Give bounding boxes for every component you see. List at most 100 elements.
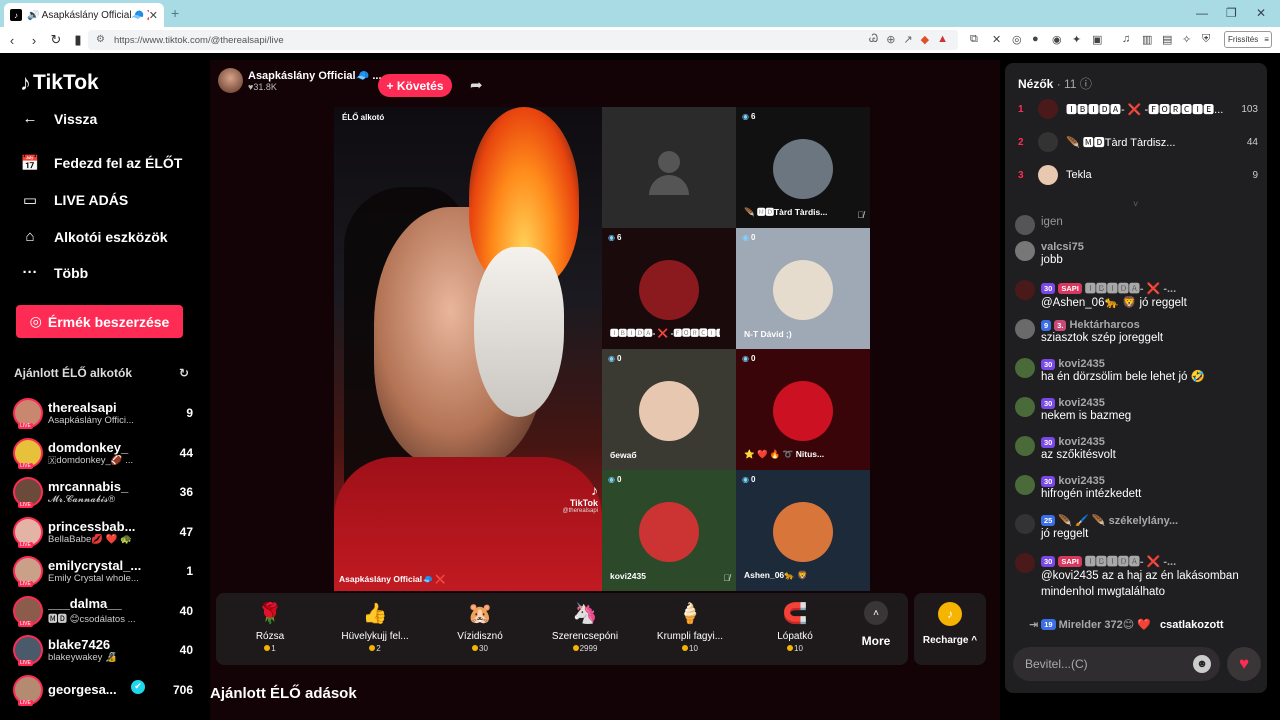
gift-item[interactable]: 🧲 Lópatkó 10 xyxy=(745,593,845,665)
address-bar[interactable]: ⚙ https://www.tiktok.com/@therealsapi/li… xyxy=(88,30,958,50)
extension-icon[interactable]: ● xyxy=(1032,33,1039,45)
recommended-creator[interactable]: LIVE blake7426 blakeywakey 🔏 40 xyxy=(13,630,193,670)
wallet-icon[interactable]: ▤ xyxy=(1162,33,1172,46)
guest-tile[interactable] xyxy=(602,107,736,228)
recommended-creator[interactable]: LIVE emilycrystal_... Emily Crystal whole.… xyxy=(13,551,193,591)
more-label: More xyxy=(861,634,891,648)
avatar[interactable] xyxy=(1015,553,1035,573)
bookmark-icon[interactable]: ▮ xyxy=(68,32,88,48)
maximize-icon[interactable]: ❐ xyxy=(1226,6,1237,20)
avatar[interactable] xyxy=(1015,475,1035,495)
tiktok-logo[interactable]: ♪ TikTok xyxy=(20,70,99,96)
extension-icon[interactable]: ✕ xyxy=(992,33,1001,46)
chat-username[interactable]: kovi2435 xyxy=(1058,397,1104,409)
nav-item[interactable]: 📅 Fedezd fel az ÉLŐT xyxy=(20,154,183,172)
host-info[interactable]: Asapkáslány Official🧢 ... ♥31.8K xyxy=(218,68,382,93)
recommended-creator[interactable]: LIVE princessbab... BellaBabe💋 ❤️ 🐢 47 xyxy=(13,512,193,552)
avatar[interactable] xyxy=(1015,358,1035,378)
gift-item[interactable]: 🐹 Vízidisznó 30 xyxy=(430,593,530,665)
refresh-icon[interactable]: ↻ xyxy=(179,366,189,380)
recharge-button[interactable]: ♪ Recharge ^ xyxy=(914,593,986,665)
chat-username[interactable]: kovi2435 xyxy=(1058,436,1104,448)
guest-tile[interactable]: ◉ 0 бewaб xyxy=(602,349,736,470)
browser-tab[interactable]: ♪ 🔊 Asapkáslány Official🧢 ❌ (C ✕ xyxy=(4,3,164,27)
host-video[interactable]: ÉLŐ alkotó ♪ TikTok @therealsapi Asapkás… xyxy=(334,107,602,591)
verified-icon: ✔ xyxy=(131,679,145,694)
zoom-icon[interactable]: ⊕ xyxy=(886,33,895,46)
share-page-icon[interactable]: ↗ xyxy=(903,33,912,46)
recommended-creator[interactable]: LIVE ___dalma__ 🅼🅳 😊csodálatos ... 40 xyxy=(13,591,193,631)
chat-username[interactable]: 🅸🅱🅸🅳🅰- ❌ -... xyxy=(1085,553,1176,569)
guest-tile[interactable]: ◉ 6 🅸🅱🅸🅳🅰- ❌ -🅵🅾🆁🅲🅸🅴... xyxy=(602,228,736,349)
nav-item[interactable]: ▭ LIVE ADÁS xyxy=(20,191,128,209)
host-avatar[interactable] xyxy=(218,68,243,93)
gift-item[interactable]: 🦄 Szerencsepóni 2999 xyxy=(535,593,635,665)
guest-tile[interactable]: ◉ 0 Ashen_06🐆 🦁 xyxy=(736,470,870,591)
chevron-down-icon[interactable]: ˅ xyxy=(1133,199,1138,209)
gift-item[interactable]: 🍦 Krumpli fagyi... 10 xyxy=(640,593,740,665)
more-gifts-button[interactable]: ˄ More xyxy=(856,601,896,648)
ai-icon[interactable]: ✧ xyxy=(1182,33,1191,46)
avatar[interactable] xyxy=(1015,319,1035,339)
avatar[interactable] xyxy=(1015,397,1035,417)
chat-username[interactable]: 🅸🅱🅸🅳🅰- ❌ -... xyxy=(1085,280,1176,296)
chat-message: 30 kovi2435 ha én dörzsölim bele lehet jó … xyxy=(1015,358,1259,386)
get-coins-button[interactable]: ◎ Érmék beszerzése xyxy=(16,305,183,338)
recommended-creator[interactable]: LIVE mrcannabis_ 𝓜𝓻.𝓒𝓪𝓷𝓷𝓪𝓫𝓲𝓼® 36 xyxy=(13,472,193,512)
avatar[interactable] xyxy=(1015,514,1035,534)
nav-item[interactable]: ··· Több xyxy=(20,264,89,281)
avatar[interactable] xyxy=(1015,280,1035,300)
extension-icon[interactable]: ◎ xyxy=(1012,33,1022,46)
puzzle-icon[interactable]: ✦ xyxy=(1072,33,1081,46)
share-icon[interactable]: ➦ xyxy=(470,76,483,94)
host-name[interactable]: Asapkáslány Official🧢 ... xyxy=(248,69,382,82)
avatar[interactable] xyxy=(1015,215,1035,235)
guest-tile[interactable]: ◉ 0 kovi2435 🎙̸ xyxy=(602,470,736,591)
chat-username[interactable]: Hektárharcos xyxy=(1069,319,1139,331)
sidebar-icon[interactable]: ▥ xyxy=(1142,33,1152,46)
top-viewer[interactable]: 3 Tekla 9 xyxy=(1018,164,1258,186)
chat-username[interactable]: kovi2435 xyxy=(1058,358,1104,370)
top-viewer[interactable]: 2 🪶 🅼🅳Tàrd Tàrdisz... 44 xyxy=(1018,131,1258,153)
recommended-creator[interactable]: LIVE domdonkey_ 🇽domdonkey_🏈 ... 44 xyxy=(13,433,193,473)
nav-item[interactable]: ⌂ Alkotói eszközök xyxy=(20,228,167,245)
brave-shield-icon[interactable]: ◆ xyxy=(921,33,929,46)
vpn-icon[interactable]: ⛨ xyxy=(1202,33,1210,46)
guest-tile[interactable]: ◉ 6 🪶 🅼🅳Tàrd Tàrdis... 🎙̸ xyxy=(736,107,870,228)
gift-item[interactable]: 🌹 Rózsa 1 xyxy=(220,593,320,665)
chat-username[interactable]: kovi2435 xyxy=(1058,475,1104,487)
extension-icon[interactable]: ◉ xyxy=(1052,33,1062,46)
site-info-icon[interactable]: ⚙ xyxy=(96,34,105,45)
close-tab-icon[interactable]: ✕ xyxy=(149,9,158,22)
chat-username[interactable]: 🪶 🖌️ 🪶 székelylány... xyxy=(1058,514,1178,527)
avatar[interactable] xyxy=(1015,436,1035,456)
forward-icon[interactable]: › xyxy=(24,33,44,48)
recommended-creator[interactable]: LIVE therealsapi Asapkáslány Offici... 9 xyxy=(13,393,193,433)
avatar[interactable] xyxy=(1015,241,1035,261)
gift-item[interactable]: 👍 Hüvelykujj fel... 2 xyxy=(325,593,425,665)
top-viewer[interactable]: 1 🅸🅱🅸🅳🅰- ❌ -🅵🅾🆁🅲🅸🅴... 103 xyxy=(1018,98,1258,120)
reload-icon[interactable]: ↻ xyxy=(46,32,66,48)
music-icon[interactable]: ♫ xyxy=(1122,33,1130,45)
extension-icon[interactable]: ⧉ xyxy=(970,33,978,46)
guest-tile[interactable]: ◉ 0 ⭐ ❤️ 🔥 ➰ Nitus... xyxy=(736,349,870,470)
like-heart-button[interactable]: ♥ xyxy=(1227,647,1261,681)
translate-icon[interactable]: Ꮚ xyxy=(869,33,878,46)
guest-tile[interactable]: ◉ 0 N-T Dávid ;) xyxy=(736,228,870,349)
close-window-icon[interactable]: ✕ xyxy=(1256,6,1266,20)
rewards-icon[interactable]: ▲ xyxy=(937,33,948,46)
nav-item[interactable]: ← Vissza xyxy=(20,110,98,127)
recommended-creator[interactable]: LIVE georgesa... 706 ✔ xyxy=(13,670,193,710)
minimize-icon[interactable]: — xyxy=(1196,6,1208,20)
follow-button[interactable]: + Követés xyxy=(378,74,452,97)
chat-input[interactable]: Bevitel...(C) xyxy=(1013,647,1220,681)
help-icon[interactable]: ⓘ xyxy=(1080,77,1092,91)
coin-icon: ◎ xyxy=(29,313,42,329)
join-user[interactable]: Mirelder 372😊 ❤️ xyxy=(1059,618,1151,631)
chat-username[interactable]: valcsi75 xyxy=(1041,241,1084,253)
extension-icon[interactable]: ▣ xyxy=(1092,33,1102,46)
back-icon[interactable]: ‹ xyxy=(2,33,22,48)
refresh-update-button[interactable]: Frissítés ≡ xyxy=(1224,31,1272,48)
emoji-icon[interactable]: ☻ xyxy=(1193,655,1211,673)
new-tab-icon[interactable]: + xyxy=(171,5,179,21)
